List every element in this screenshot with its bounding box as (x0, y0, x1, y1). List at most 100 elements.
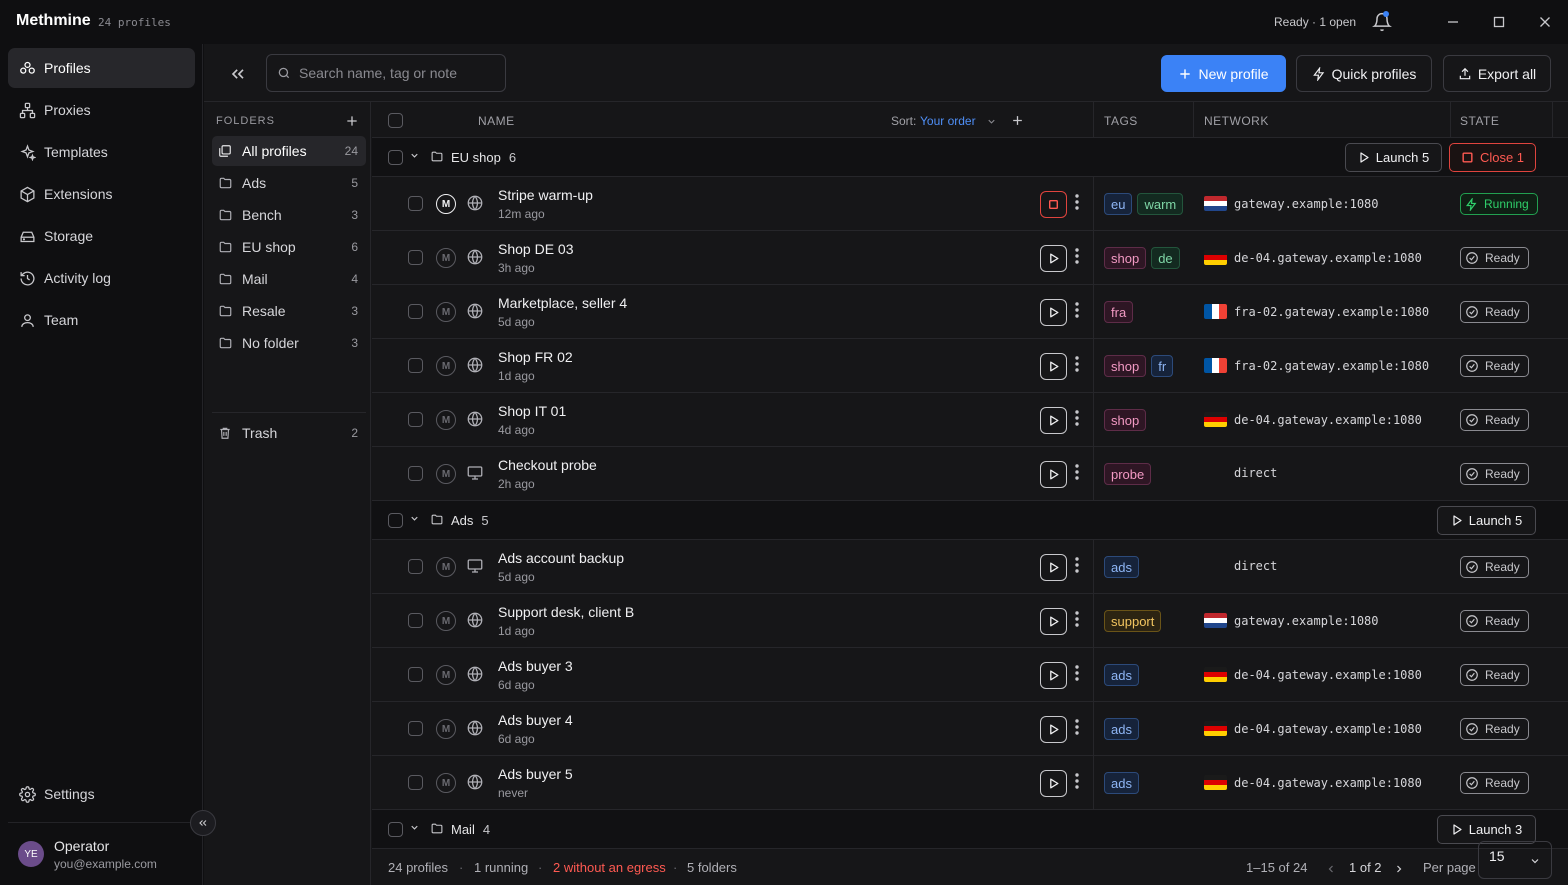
next-page-button[interactable] (1393, 863, 1405, 875)
profile-name[interactable]: Shop FR 02 (498, 349, 573, 365)
launch-group-button[interactable]: Launch 3 (1437, 815, 1536, 844)
row-checkbox[interactable] (408, 412, 423, 427)
add-folder-button[interactable] (345, 114, 359, 128)
export-all-button[interactable]: Export all (1443, 55, 1551, 92)
more-icon[interactable] (1075, 664, 1079, 682)
sidebar-item-activity-log[interactable]: Activity log (8, 258, 195, 298)
more-icon[interactable] (1075, 610, 1079, 628)
tag[interactable]: eu (1104, 193, 1133, 215)
play-button[interactable] (1040, 353, 1067, 380)
play-button[interactable] (1040, 608, 1067, 635)
tag[interactable]: de (1151, 247, 1180, 269)
play-button[interactable] (1040, 299, 1067, 326)
tag[interactable]: shop (1104, 247, 1147, 269)
more-icon[interactable] (1075, 247, 1079, 265)
folder-item-mail[interactable]: Mail 4 (212, 264, 366, 294)
table-row[interactable]: M Shop IT 01 4d ago shop de-04.gateway.examp… (372, 393, 1568, 447)
sidebar-item-storage[interactable]: Storage (8, 216, 195, 256)
launch-group-button[interactable]: Launch 5 (1345, 143, 1442, 172)
search-input[interactable] (299, 65, 489, 81)
folder-item-resale[interactable]: Resale 3 (212, 296, 366, 326)
play-button[interactable] (1040, 245, 1067, 272)
profile-name[interactable]: Shop IT 01 (498, 403, 566, 419)
profile-name[interactable]: Support desk, client B (498, 604, 634, 620)
table-row[interactable]: M Ads buyer 4 6d ago ads de-04.gateway.examp… (372, 702, 1568, 756)
new-profile-button[interactable]: New profile (1161, 55, 1286, 92)
per-page-select[interactable]: 15 (1478, 841, 1552, 879)
chevron-down-icon[interactable] (409, 513, 420, 524)
play-button[interactable] (1040, 716, 1067, 743)
more-icon[interactable] (1075, 718, 1079, 736)
more-icon[interactable] (1075, 409, 1079, 427)
profile-name[interactable]: Stripe warm-up (498, 187, 593, 203)
add-column-icon[interactable] (1011, 114, 1024, 127)
column-header-network[interactable]: NETWORK (1204, 114, 1269, 128)
tag[interactable]: shop (1104, 409, 1147, 431)
profile-name[interactable]: Shop DE 03 (498, 241, 574, 257)
column-header-tags[interactable]: TAGS (1104, 114, 1138, 128)
more-icon[interactable] (1075, 772, 1079, 790)
folder-item-eu-shop[interactable]: EU shop 6 (212, 232, 366, 262)
tag[interactable]: ads (1104, 556, 1139, 578)
tag[interactable]: fra (1104, 301, 1134, 323)
row-checkbox[interactable] (408, 559, 423, 574)
bell-icon[interactable] (1372, 12, 1392, 32)
minimize-icon[interactable] (1443, 12, 1463, 32)
tag[interactable]: probe (1104, 463, 1152, 485)
more-icon[interactable] (1075, 463, 1079, 481)
tag[interactable]: ads (1104, 718, 1139, 740)
profile-name[interactable]: Checkout probe (498, 457, 597, 473)
row-checkbox[interactable] (408, 775, 423, 790)
sidebar-item-templates[interactable]: Templates (8, 132, 195, 172)
column-header-state[interactable]: STATE (1460, 114, 1499, 128)
play-button[interactable] (1040, 461, 1067, 488)
table-row[interactable]: M Ads buyer 5 never ads de-04.gateway.exampl… (372, 756, 1568, 810)
table-row[interactable]: M Stripe warm-up 12m ago eu warm gateway.exam… (372, 177, 1568, 231)
group-checkbox[interactable] (388, 150, 403, 165)
launch-group-button[interactable]: Launch 5 (1437, 506, 1536, 535)
tag[interactable]: fr (1151, 355, 1174, 377)
table-row[interactable]: M Shop DE 03 3h ago shop de de-04.gateway.exa… (372, 231, 1568, 285)
tag[interactable]: warm (1137, 193, 1184, 215)
close-icon[interactable] (1535, 12, 1555, 32)
row-checkbox[interactable] (408, 667, 423, 682)
row-checkbox[interactable] (408, 721, 423, 736)
chevron-down-icon[interactable] (986, 116, 997, 127)
column-header-name[interactable]: NAME (478, 114, 515, 128)
more-icon[interactable] (1075, 301, 1079, 319)
sidebar-item-settings[interactable]: Settings (8, 774, 195, 814)
profile-name[interactable]: Ads buyer 3 (498, 658, 573, 674)
more-icon[interactable] (1075, 193, 1079, 211)
sidebar-item-profiles[interactable]: Profiles (8, 48, 195, 88)
table-row[interactable]: M Checkout probe 2h ago probe direct Ready (372, 447, 1568, 501)
play-button[interactable] (1040, 770, 1067, 797)
table-row[interactable]: M Support desk, client B 1d ago support gate… (372, 594, 1568, 648)
row-checkbox[interactable] (408, 358, 423, 373)
profile-name[interactable]: Ads buyer 5 (498, 766, 573, 782)
footer-without-egress[interactable]: 2 without an egress (553, 860, 666, 875)
table-row[interactable]: M Shop FR 02 1d ago shop fr fra-02.gateway.ex… (372, 339, 1568, 393)
profile-name[interactable]: Ads account backup (498, 550, 624, 566)
group-checkbox[interactable] (388, 513, 403, 528)
tag[interactable]: shop (1104, 355, 1147, 377)
row-checkbox[interactable] (408, 613, 423, 628)
collapse-folders-button[interactable] (228, 64, 248, 84)
more-icon[interactable] (1075, 556, 1079, 574)
chevron-down-icon[interactable] (409, 822, 420, 833)
folder-item-trash[interactable]: Trash 2 (212, 418, 366, 448)
play-button[interactable] (1040, 662, 1067, 689)
row-checkbox[interactable] (408, 196, 423, 211)
more-icon[interactable] (1075, 355, 1079, 373)
maximize-icon[interactable] (1489, 12, 1509, 32)
folder-item-no-folder[interactable]: No folder 3 (212, 328, 366, 358)
sidebar-item-proxies[interactable]: Proxies (8, 90, 195, 130)
sidebar-item-extensions[interactable]: Extensions (8, 174, 195, 214)
user-card[interactable]: YE Operator you@example.com (8, 822, 195, 882)
play-button[interactable] (1040, 554, 1067, 581)
folder-item-all-profiles[interactable]: All profiles 24 (212, 136, 366, 166)
group-checkbox[interactable] (388, 822, 403, 837)
row-checkbox[interactable] (408, 250, 423, 265)
profile-name[interactable]: Ads buyer 4 (498, 712, 573, 728)
play-button[interactable] (1040, 407, 1067, 434)
folder-item-ads[interactable]: Ads 5 (212, 168, 366, 198)
